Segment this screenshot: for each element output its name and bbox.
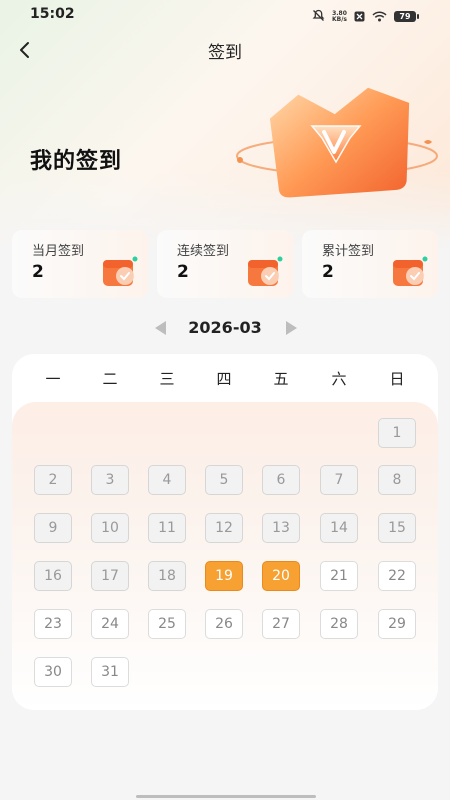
calendar-day[interactable]: 1 [378, 418, 416, 448]
calendar-day[interactable]: 6 [262, 465, 300, 495]
calendar-day[interactable]: 13 [262, 513, 300, 543]
calendar-day[interactable]: 4 [148, 465, 186, 495]
calendar-day[interactable]: 7 [320, 465, 358, 495]
calendar-check-icon [393, 256, 428, 286]
calendar-day[interactable]: 9 [34, 513, 72, 543]
weekday-label: 三 [159, 370, 175, 388]
calendar-day[interactable]: 11 [148, 513, 186, 543]
calendar-day[interactable]: 20 [262, 561, 300, 591]
stats-row: 当月签到 2 连续签到 2 累计签到 2 [12, 230, 438, 298]
calendar-day[interactable]: 22 [378, 561, 416, 591]
triangle-right-icon [286, 321, 297, 335]
calendar-day[interactable]: 12 [205, 513, 243, 543]
crown-badge-icon [232, 86, 442, 206]
stat-value: 2 [322, 262, 334, 282]
net-speed: 3.80 KB/s [332, 10, 347, 23]
calendar-day[interactable]: 17 [91, 561, 129, 591]
weekday-header: 一二三四五六日 [12, 368, 438, 390]
status-time: 15:02 [30, 6, 75, 22]
calendar-day[interactable]: 19 [205, 561, 243, 591]
calendar-day[interactable]: 23 [34, 609, 72, 639]
stat-card-month: 当月签到 2 [12, 230, 148, 298]
stat-label: 连续签到 [177, 244, 230, 259]
weekday-label: 六 [331, 370, 347, 388]
calendar-day[interactable]: 18 [148, 561, 186, 591]
battery-icon: 79 [394, 11, 419, 22]
stat-card-consecutive: 连续签到 2 [157, 230, 293, 298]
battery-level: 79 [399, 12, 411, 21]
calendar-day[interactable]: 21 [320, 561, 358, 591]
month-navigation: 2026-03 [0, 316, 450, 340]
home-indicator [136, 795, 316, 798]
calendar-day[interactable]: 28 [320, 609, 358, 639]
notification-app-icon [354, 7, 365, 26]
weekday-label: 一 [45, 370, 61, 388]
net-speed-unit: KB/s [332, 15, 347, 23]
weekday-label: 四 [216, 370, 232, 388]
stat-value: 2 [177, 262, 189, 282]
stat-label: 累计签到 [322, 244, 375, 259]
wifi-icon [372, 7, 387, 26]
calendar-day[interactable]: 31 [91, 657, 129, 687]
stat-card-total: 累计签到 2 [302, 230, 438, 298]
calendar-day[interactable]: 5 [205, 465, 243, 495]
status-bar: 15:02 3.80 KB/s 79 [0, 0, 450, 30]
month-label: 2026-03 [188, 318, 262, 337]
page-title: 签到 [208, 43, 242, 63]
stat-value: 2 [32, 262, 44, 282]
weekday-label: 日 [389, 370, 405, 388]
calendar-day[interactable]: 26 [205, 609, 243, 639]
calendar-grid-background [12, 402, 438, 710]
calendar-day[interactable]: 15 [378, 513, 416, 543]
next-month-button[interactable] [282, 319, 300, 337]
hero-title: 我的签到 [30, 149, 123, 174]
calendar-day[interactable]: 25 [148, 609, 186, 639]
calendar-check-icon [248, 256, 283, 286]
calendar-day[interactable]: 10 [91, 513, 129, 543]
stat-label: 当月签到 [32, 244, 85, 259]
calendar-day[interactable]: 27 [262, 609, 300, 639]
calendar-day[interactable]: 3 [91, 465, 129, 495]
calendar-day[interactable]: 8 [378, 465, 416, 495]
calendar-day[interactable]: 29 [378, 609, 416, 639]
mute-icon [312, 7, 325, 26]
calendar: 一二三四五六日 1 2 3 4 5 6 7 8 9 10 11 12 13 14 15 16 17 18 19 20 2… [12, 354, 438, 710]
calendar-day[interactable]: 24 [91, 609, 129, 639]
status-icons: 3.80 KB/s 79 [312, 7, 419, 26]
calendar-day[interactable]: 30 [34, 657, 72, 687]
weekday-label: 五 [273, 370, 289, 388]
calendar-day[interactable]: 14 [320, 513, 358, 543]
calendar-day[interactable]: 2 [34, 465, 72, 495]
calendar-check-icon [103, 256, 138, 286]
weekday-label: 二 [102, 370, 118, 388]
calendar-day[interactable]: 16 [34, 561, 72, 591]
